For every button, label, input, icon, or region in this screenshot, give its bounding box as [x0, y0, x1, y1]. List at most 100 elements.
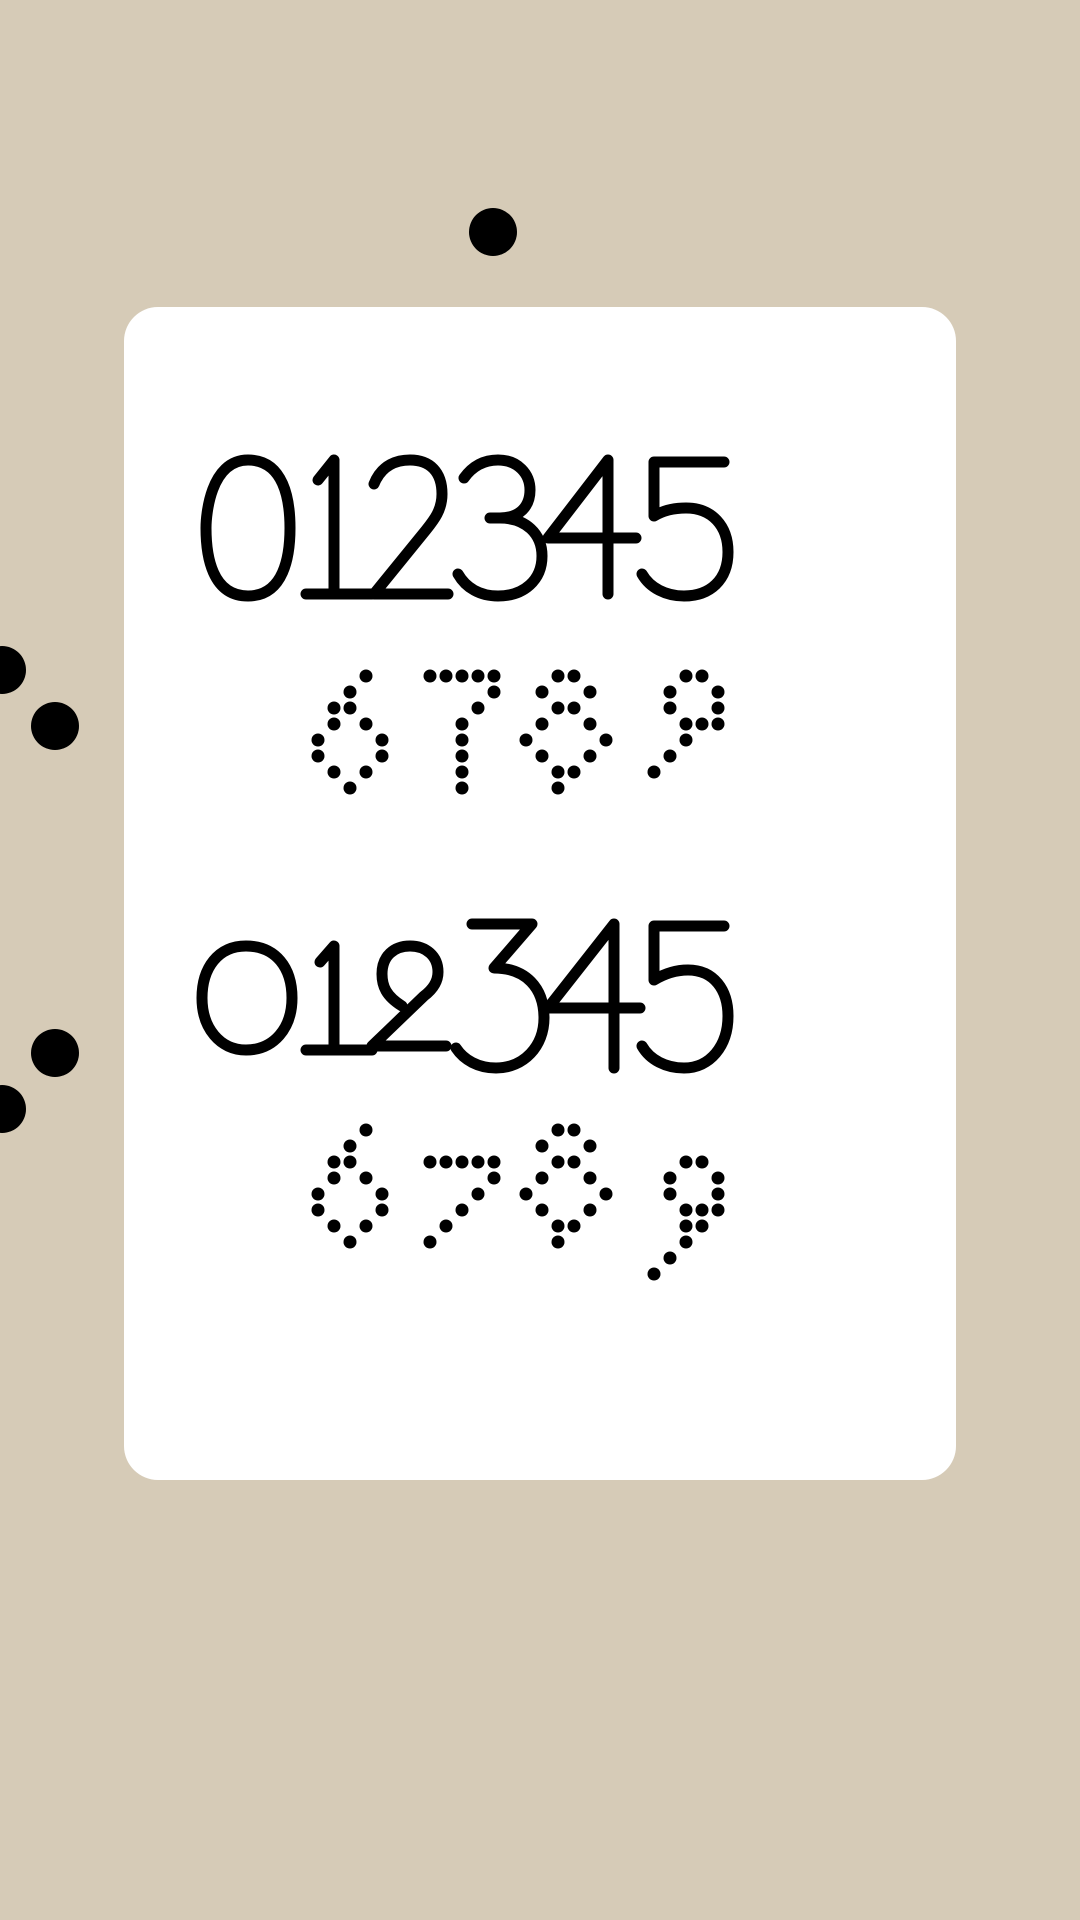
numeral-glyph-8-dot [519, 1187, 533, 1201]
numeral-glyph-8-dot [567, 669, 581, 683]
numeral-glyph-8-dot [535, 717, 549, 731]
numeral-glyph-8-dot [551, 669, 565, 683]
numeral-glyph-7-dot [455, 1203, 469, 1217]
numeral-glyph-8-dot [551, 1235, 565, 1249]
numeral-glyph-9-dot [647, 1267, 661, 1281]
numeral-glyph-8-dot [551, 701, 565, 715]
numeral-glyph-9-dot [679, 733, 693, 747]
dot-left-3 [31, 1029, 79, 1077]
numeral-glyph-8-dot [535, 1171, 549, 1185]
numeral-glyph-6-dot [327, 1155, 341, 1169]
numeral-glyph-9-dot [695, 1203, 709, 1217]
numeral-glyph-9-dot [679, 717, 693, 731]
numeral-glyph-7-dot [439, 669, 453, 683]
numeral-glyph-8-dot [583, 1139, 597, 1153]
numeral-glyph-6-dot [359, 1171, 373, 1185]
numeral-glyph-9-dot [695, 717, 709, 731]
numeral-glyph-8-dot [583, 749, 597, 763]
numeral-glyph-9-dot [679, 1203, 693, 1217]
numeral-glyph-6-dot [359, 765, 373, 779]
numeral-glyph-6-dot [311, 749, 325, 763]
numeral-glyph-7-dot [455, 765, 469, 779]
numeral-glyph-9-dot [679, 1219, 693, 1233]
numeral-glyph-8-dot [535, 1139, 549, 1153]
numeral-glyph-8-dot [599, 733, 613, 747]
numeral-glyph-6-dot [343, 685, 357, 699]
numeral-glyph-8-dot [567, 765, 581, 779]
numeral-glyph-9-dot [663, 1251, 677, 1265]
numeral-glyph-6-dot [311, 733, 325, 747]
numeral-glyph-9-dot [679, 669, 693, 683]
numeral-glyph-7-dot [487, 685, 501, 699]
numeral-glyph-8-dot [551, 765, 565, 779]
numeral-glyph-9-dot [711, 717, 725, 731]
numeral-glyph-6-dot [375, 749, 389, 763]
numeral-glyph-6-dot [343, 1139, 357, 1153]
numeral-glyph-9-dot [647, 765, 661, 779]
numeral-glyph-9-dot [663, 749, 677, 763]
numeral-glyph-7-dot [423, 669, 437, 683]
numeral-glyph-9-dot [695, 1155, 709, 1169]
numeral-glyph-7-dot [487, 1171, 501, 1185]
numeral-glyph-8-dot [599, 1187, 613, 1201]
numeral-glyph-6-dot [359, 669, 373, 683]
numeral-glyph-6-dot [375, 1203, 389, 1217]
numeral-glyph-6-dot [375, 1187, 389, 1201]
numeral-glyph-8-dot [583, 1203, 597, 1217]
numeral-glyph-7-dot [423, 1155, 437, 1169]
numeral-glyph-7-dot [455, 781, 469, 795]
numeral-glyph-8-dot [567, 1123, 581, 1137]
numeral-glyph-7-dot [471, 669, 485, 683]
numeral-glyph-8-dot [519, 733, 533, 747]
numeral-glyph-8-dot [551, 1123, 565, 1137]
numeral-glyph-7-dot [471, 1155, 485, 1169]
numeral-glyph-7-dot [455, 733, 469, 747]
numeral-glyph-7-dot [455, 1155, 469, 1169]
numeral-glyph-9-dot [695, 669, 709, 683]
numeral-glyph-7-dot [439, 1155, 453, 1169]
numeral-glyph-6-dot [359, 1219, 373, 1233]
font-numeral-specimen-canvas [0, 0, 1080, 1920]
numeral-glyph-7-dot [487, 669, 501, 683]
dot-top [469, 208, 517, 256]
numeral-glyph-8-dot [551, 1219, 565, 1233]
numeral-glyph-6-dot [359, 1123, 373, 1137]
numeral-glyph-9-dot [711, 1203, 725, 1217]
numeral-glyph-9-dot [711, 685, 725, 699]
numeral-glyph-9-dot [663, 685, 677, 699]
numeral-glyph-7-dot [455, 669, 469, 683]
numeral-glyph-6-dot [343, 701, 357, 715]
numeral-glyph-6-dot [327, 1219, 341, 1233]
numeral-glyph-6-dot [359, 717, 373, 731]
numeral-glyph-7-dot [471, 701, 485, 715]
numeral-glyph-7-dot [487, 1155, 501, 1169]
numeral-glyph-8-dot [535, 749, 549, 763]
numeral-glyph-9-dot [695, 1219, 709, 1233]
specimen-card [124, 307, 956, 1480]
numeral-glyph-8-dot [567, 1155, 581, 1169]
numeral-glyph-7-dot [423, 1235, 437, 1249]
numeral-glyph-8-dot [583, 1171, 597, 1185]
numeral-glyph-6-dot [311, 1187, 325, 1201]
numeral-glyph-8-dot [567, 701, 581, 715]
numeral-glyph-9-dot [711, 1187, 725, 1201]
numeral-glyph-6-dot [327, 701, 341, 715]
numeral-glyph-9-dot [663, 1187, 677, 1201]
numeral-glyph-6-dot [311, 1203, 325, 1217]
numeral-glyph-9-dot [663, 1171, 677, 1185]
numeral-glyph-9-dot [663, 701, 677, 715]
numeral-glyph-6-dot [343, 1155, 357, 1169]
numeral-glyph-7-dot [455, 717, 469, 731]
numeral-glyph-8-dot [583, 717, 597, 731]
numeral-glyph-9-dot [679, 1235, 693, 1249]
numeral-glyph-8-dot [551, 1155, 565, 1169]
numeral-glyph-6-dot [327, 717, 341, 731]
numeral-glyph-8-dot [583, 685, 597, 699]
numeral-glyph-6-dot [327, 1171, 341, 1185]
numeral-glyph-8-dot [567, 1219, 581, 1233]
numeral-glyph-6-dot [375, 733, 389, 747]
numeral-glyph-6-dot [343, 1235, 357, 1249]
numeral-glyph-7-dot [455, 749, 469, 763]
numeral-glyph-6-dot [327, 765, 341, 779]
numeral-glyph-8-dot [535, 685, 549, 699]
